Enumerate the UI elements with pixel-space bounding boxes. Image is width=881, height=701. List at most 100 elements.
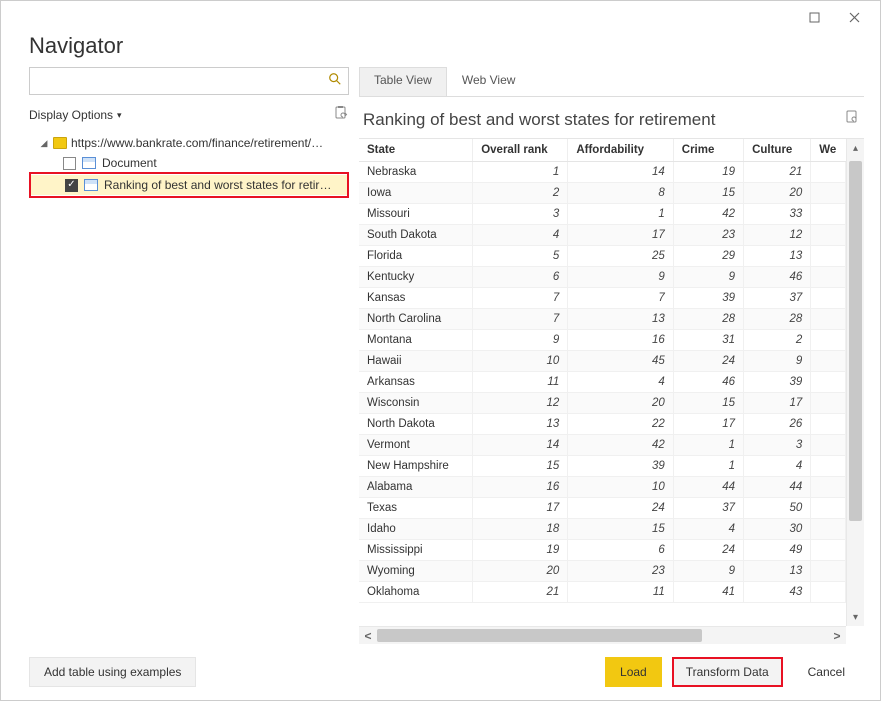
table-row[interactable]: Texas17243750 <box>359 498 846 519</box>
checkbox-unchecked[interactable] <box>63 157 76 170</box>
refresh-preview-icon[interactable] <box>844 109 860 130</box>
scroll-thumb-horizontal[interactable] <box>377 629 702 642</box>
table-row[interactable]: Florida5252913 <box>359 246 846 267</box>
cell-value: 3 <box>473 204 568 225</box>
cell-state: Alabama <box>359 477 473 498</box>
table-row[interactable]: Kentucky69946 <box>359 267 846 288</box>
cell-truncated <box>811 519 846 540</box>
cell-truncated <box>811 267 846 288</box>
table-row[interactable]: Vermont144213 <box>359 435 846 456</box>
cell-value: 2 <box>473 183 568 204</box>
display-options-button[interactable]: Display Options ▾ <box>29 108 122 122</box>
cell-value: 22 <box>568 414 673 435</box>
cell-value: 7 <box>473 309 568 330</box>
cell-state: Vermont <box>359 435 473 456</box>
col-overall-rank[interactable]: Overall rank <box>473 139 568 162</box>
cell-state: New Hampshire <box>359 456 473 477</box>
table-row[interactable]: New Hampshire153914 <box>359 456 846 477</box>
table-row[interactable]: Mississippi1962449 <box>359 540 846 561</box>
cell-value: 44 <box>744 477 811 498</box>
cell-value: 16 <box>568 330 673 351</box>
tab-table-view[interactable]: Table View <box>359 67 447 96</box>
titlebar <box>1 1 880 33</box>
cell-state: South Dakota <box>359 225 473 246</box>
horizontal-scrollbar[interactable]: < > <box>359 626 846 644</box>
cell-value: 28 <box>673 309 743 330</box>
cell-value: 39 <box>744 372 811 393</box>
cell-truncated <box>811 162 846 183</box>
cell-value: 7 <box>473 288 568 309</box>
cell-state: Nebraska <box>359 162 473 183</box>
cell-truncated <box>811 309 846 330</box>
table-row[interactable]: Missouri314233 <box>359 204 846 225</box>
cell-state: Texas <box>359 498 473 519</box>
scroll-up-icon[interactable]: ▴ <box>847 139 864 157</box>
vertical-scrollbar[interactable]: ▴ ▾ <box>846 139 864 626</box>
cell-value: 15 <box>568 519 673 540</box>
cell-value: 37 <box>673 498 743 519</box>
cell-state: Florida <box>359 246 473 267</box>
load-button[interactable]: Load <box>605 657 662 687</box>
table-row[interactable]: Montana916312 <box>359 330 846 351</box>
folder-icon <box>53 137 67 149</box>
table-row[interactable]: Wisconsin12201517 <box>359 393 846 414</box>
col-state[interactable]: State <box>359 139 473 162</box>
cell-value: 13 <box>744 561 811 582</box>
dialog-title: Navigator <box>1 33 880 67</box>
scroll-right-icon[interactable]: > <box>828 627 846 644</box>
scroll-thumb-vertical[interactable] <box>849 161 862 521</box>
cancel-button[interactable]: Cancel <box>793 657 860 687</box>
navigator-tree: ◢ https://www.bankrate.com/finance/retir… <box>29 133 349 197</box>
search-icon <box>328 72 342 91</box>
cell-value: 31 <box>673 330 743 351</box>
tree-item-document[interactable]: Document <box>29 153 349 173</box>
add-table-using-examples-button[interactable]: Add table using examples <box>29 657 196 687</box>
refresh-icon[interactable] <box>333 105 349 126</box>
cell-value: 30 <box>744 519 811 540</box>
cell-value: 14 <box>473 435 568 456</box>
cell-value: 39 <box>568 456 673 477</box>
table-row[interactable]: Kansas773937 <box>359 288 846 309</box>
tree-item-label: Document <box>102 156 157 170</box>
scroll-left-icon[interactable]: < <box>359 627 377 644</box>
table-row[interactable]: Oklahoma21114143 <box>359 582 846 603</box>
table-row[interactable]: North Dakota13221726 <box>359 414 846 435</box>
close-button[interactable] <box>834 5 874 29</box>
table-row[interactable]: Iowa281520 <box>359 183 846 204</box>
cell-value: 4 <box>473 225 568 246</box>
table-row[interactable]: Wyoming2023913 <box>359 561 846 582</box>
maximize-button[interactable] <box>794 5 834 29</box>
col-truncated[interactable]: We <box>811 139 846 162</box>
tab-web-view[interactable]: Web View <box>447 67 531 96</box>
col-culture[interactable]: Culture <box>744 139 811 162</box>
table-row[interactable]: Hawaii1045249 <box>359 351 846 372</box>
cell-value: 24 <box>568 498 673 519</box>
search-input-wrapper[interactable] <box>29 67 349 95</box>
cell-truncated <box>811 435 846 456</box>
table-row[interactable]: North Carolina7132828 <box>359 309 846 330</box>
cell-value: 39 <box>673 288 743 309</box>
table-row[interactable]: Arkansas1144639 <box>359 372 846 393</box>
cell-state: Wyoming <box>359 561 473 582</box>
table-row[interactable]: Nebraska1141921 <box>359 162 846 183</box>
cell-value: 46 <box>744 267 811 288</box>
cell-value: 20 <box>568 393 673 414</box>
scroll-down-icon[interactable]: ▾ <box>847 608 864 626</box>
table-row[interactable]: Alabama16104444 <box>359 477 846 498</box>
search-input[interactable] <box>36 73 328 89</box>
preview-panel: Table View Web View Ranking of best and … <box>359 67 864 644</box>
tree-root-node[interactable]: ◢ https://www.bankrate.com/finance/retir… <box>29 133 349 153</box>
table-row[interactable]: Idaho1815430 <box>359 519 846 540</box>
cell-truncated <box>811 246 846 267</box>
cell-truncated <box>811 393 846 414</box>
cell-value: 4 <box>568 372 673 393</box>
col-crime[interactable]: Crime <box>673 139 743 162</box>
cell-value: 28 <box>744 309 811 330</box>
checkbox-checked[interactable]: ✓ <box>65 179 78 192</box>
transform-data-button[interactable]: Transform Data <box>672 657 783 687</box>
table-row[interactable]: South Dakota4172312 <box>359 225 846 246</box>
tree-item-ranking[interactable]: ✓ Ranking of best and worst states for r… <box>31 175 347 195</box>
col-affordability[interactable]: Affordability <box>568 139 673 162</box>
cell-truncated <box>811 330 846 351</box>
cell-value: 19 <box>673 162 743 183</box>
